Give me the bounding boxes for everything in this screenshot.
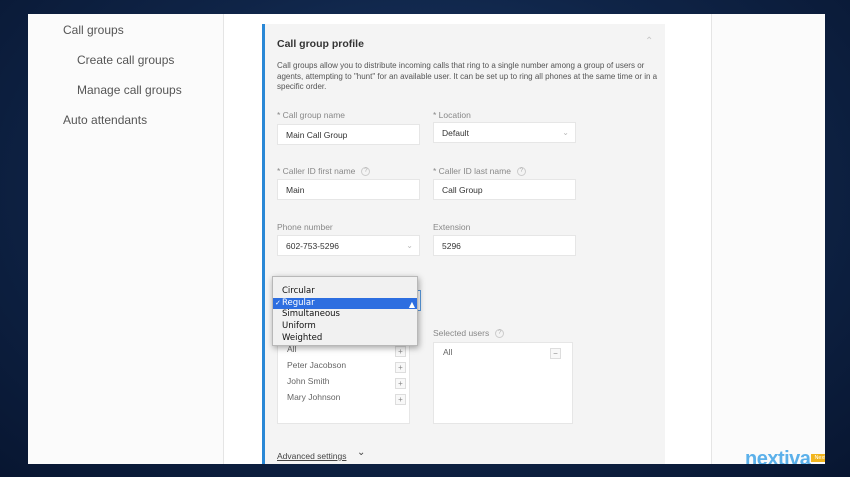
caller-id-first-name-label: * Caller ID first name? <box>277 166 371 177</box>
call-group-name-input[interactable]: Main Call Group <box>277 124 420 145</box>
caller-id-first-name-value: Main <box>286 185 305 195</box>
chevron-down-icon[interactable]: ⌄ <box>357 447 365 458</box>
dropdown-option-circular[interactable]: Circular <box>273 286 417 298</box>
sidebar: Call groups Create call groups Manage ca… <box>28 14 224 464</box>
phone-number-select[interactable]: 602-753-5296 ⌄ <box>277 235 420 256</box>
advanced-settings-link[interactable]: Advanced settings <box>277 451 346 461</box>
panel-description: Call groups allow you to distribute inco… <box>277 61 658 91</box>
call-group-profile-panel: Call group profile ⌃ Call groups allow y… <box>262 24 665 464</box>
hunt-type-dropdown-menu[interactable]: Circular ✓ Regular ▲ Simultaneous Unifor… <box>272 276 418 346</box>
dropdown-option-label: Uniform <box>282 321 316 332</box>
dropdown-option-uniform[interactable]: Uniform <box>273 321 417 333</box>
available-users-list[interactable]: All Peter Jacobson John Smith Mary Johns… <box>277 342 410 424</box>
plus-icon[interactable]: + <box>395 362 406 373</box>
dropdown-option-regular[interactable]: ✓ Regular ▲ <box>273 297 417 310</box>
plus-icon[interactable]: + <box>395 346 406 357</box>
plus-icon[interactable]: + <box>395 378 406 389</box>
call-group-name-value: Main Call Group <box>286 130 348 140</box>
selected-users-label: Selected users? <box>433 328 505 339</box>
chevron-down-icon: ⌄ <box>562 128 569 137</box>
nextiva-logo: nextivaNextOS <box>745 448 825 464</box>
dropdown-option-weighted[interactable]: Weighted <box>273 333 417 345</box>
dropdown-option-label: Simultaneous <box>282 309 340 320</box>
location-select[interactable]: Default ⌄ <box>433 122 576 143</box>
checkmark-icon: ✓ <box>275 298 281 307</box>
caller-id-first-name-label-text: * Caller ID first name <box>277 166 356 176</box>
panel-title: Call group profile <box>277 38 364 50</box>
dropdown-option-label: Regular <box>282 297 315 308</box>
sidebar-item-manage-call-groups[interactable]: Manage call groups <box>77 83 182 97</box>
info-icon[interactable]: ? <box>361 167 371 177</box>
chevron-down-icon: ⌄ <box>406 241 413 250</box>
minus-icon[interactable]: − <box>550 348 561 359</box>
extension-value: 5296 <box>442 241 461 251</box>
logo-text: nextiva <box>745 448 811 464</box>
sidebar-item-auto-attendants[interactable]: Auto attendants <box>63 113 147 127</box>
dropdown-option-label: Circular <box>282 286 315 296</box>
info-icon[interactable]: ? <box>516 167 526 177</box>
extension-label: Extension <box>433 222 471 232</box>
extension-input[interactable]: 5296 <box>433 235 576 256</box>
caller-id-first-name-input[interactable]: Main <box>277 179 420 200</box>
caller-id-last-name-label: * Caller ID last name? <box>433 166 526 177</box>
chevron-up-icon[interactable]: ⌃ <box>645 36 653 47</box>
caller-id-last-name-label-text: * Caller ID last name <box>433 166 511 176</box>
available-user-item[interactable]: Peter Jacobson <box>287 360 346 370</box>
right-gutter <box>711 14 825 464</box>
selected-users-label-text: Selected users <box>433 328 490 338</box>
caller-id-last-name-value: Call Group <box>442 185 483 195</box>
dropdown-option-simultaneous[interactable]: Simultaneous <box>273 309 417 321</box>
selected-users-list[interactable]: All − <box>433 342 573 424</box>
sidebar-item-call-groups[interactable]: Call groups <box>63 23 124 37</box>
sidebar-item-create-call-groups[interactable]: Create call groups <box>77 53 174 67</box>
selected-user-item[interactable]: All <box>443 347 452 357</box>
location-label: * Location <box>433 110 471 120</box>
info-icon[interactable]: ? <box>495 329 505 339</box>
dropdown-option-label: Weighted <box>282 332 323 343</box>
plus-icon[interactable]: + <box>395 394 406 405</box>
app-window: Call groups Create call groups Manage ca… <box>28 14 825 464</box>
caller-id-last-name-input[interactable]: Call Group <box>433 179 576 200</box>
available-user-item[interactable]: Mary Johnson <box>287 392 340 402</box>
available-user-item[interactable]: John Smith <box>287 376 330 386</box>
phone-number-value: 602-753-5296 <box>286 241 339 251</box>
location-value: Default <box>442 128 469 138</box>
call-group-name-label: * Call group name <box>277 110 346 120</box>
logo-badge: NextOS <box>811 454 825 462</box>
phone-number-label: Phone number <box>277 222 333 232</box>
